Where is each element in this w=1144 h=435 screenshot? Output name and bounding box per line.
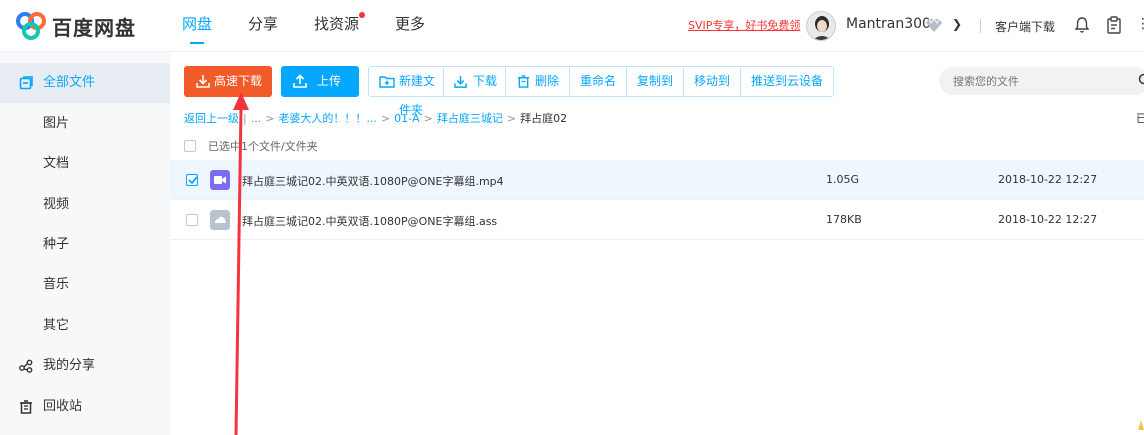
clipboard-icon[interactable] [1106, 16, 1122, 34]
svip-promo-link[interactable]: SVIP专享，好书免费领 [688, 17, 800, 33]
file-size: 178KB [826, 213, 862, 226]
sidebar-item-label: 其它 [43, 318, 70, 333]
upload-button[interactable]: 上传 [281, 66, 359, 97]
download-icon [196, 75, 210, 88]
fast-download-label: 高速下载 [214, 74, 263, 88]
checkmark-icon [188, 176, 198, 185]
video-file-icon [210, 170, 230, 190]
upload-icon [293, 74, 307, 88]
corner-badge-icon [1138, 420, 1144, 430]
sidebar-item-videos[interactable]: 视频 [0, 185, 170, 225]
sidebar-item-label: 音乐 [43, 277, 70, 292]
sidebar-item-music[interactable]: 音乐 [0, 265, 170, 305]
sidebar-item-my-shares[interactable]: 我的分享 [0, 346, 170, 386]
file-modified-time: 2018-10-22 12:27 [998, 173, 1098, 186]
nav-find-resources-label: 找资源 [314, 15, 360, 33]
download-icon [454, 75, 467, 88]
trash-icon [517, 75, 530, 88]
nav-share[interactable]: 分享 [248, 0, 278, 52]
push-to-cloud-device-button[interactable]: 推送到云设备 [741, 67, 833, 96]
sidebar-item-torrents[interactable]: 种子 [0, 225, 170, 265]
sidebar-item-documents[interactable]: 文档 [0, 144, 170, 184]
search-icon[interactable] [1138, 73, 1144, 87]
selection-text: 已选中1个文件/文件夹 [208, 140, 318, 153]
client-download-link[interactable]: 客户端下载 [995, 18, 1055, 35]
sidebar: 全部文件 图片 文档 视频 种子 音乐 其它 我的分享 回收站 [0, 52, 170, 435]
new-folder-button[interactable]: 新建文件夹 [369, 67, 444, 117]
breadcrumb-back-link[interactable]: 返回上一级 [184, 112, 239, 125]
row-checkbox[interactable] [186, 174, 198, 186]
nav-netdisk[interactable]: 网盘 [182, 0, 212, 52]
selection-summary: 已选中1个文件/文件夹 [184, 138, 318, 154]
file-action-group: 新建文件夹 下载 删除 重命名 复制到 移动到 推送到云设备 [368, 66, 835, 117]
vip-diamond-icon[interactable] [926, 18, 942, 32]
username[interactable]: Mantran300 [846, 16, 931, 32]
top-bar: 百度网盘 网盘 分享 找资源 更多 SVIP专享，好书免费领 Mantran30… [0, 0, 1144, 52]
copy-to-button[interactable]: 复制到 [627, 67, 685, 96]
sidebar-item-label: 视频 [43, 197, 70, 212]
fast-download-button[interactable]: 高速下载 [184, 66, 272, 97]
rename-button[interactable]: 重命名 [570, 67, 628, 96]
row-checkbox[interactable] [186, 214, 198, 226]
sidebar-item-other[interactable]: 其它 [0, 306, 170, 346]
share-icon [19, 359, 33, 373]
download-label: 下载 [473, 74, 498, 88]
breadcrumb-item[interactable]: 老婆大人的！！！... [278, 112, 377, 125]
overflow-menu-icon[interactable]: ⋮ [1136, 16, 1144, 32]
sidebar-item-label: 回收站 [43, 399, 83, 414]
file-name[interactable]: 拜占庭三城记02.中英双语.1080P@ONE字幕组.ass [242, 213, 497, 229]
breadcrumb-item[interactable]: 01-A [394, 112, 420, 125]
avatar[interactable] [806, 11, 836, 41]
logo[interactable]: 百度网盘 [14, 11, 136, 41]
search-input[interactable] [939, 67, 1144, 95]
breadcrumb: 返回上一级 |... > 老婆大人的！！！... >01-A > 拜占庭三城记 > 拜占庭02 [184, 110, 567, 126]
breadcrumb-separator: > [265, 112, 275, 125]
upload-label: 上传 [317, 74, 342, 88]
header-divider [980, 19, 981, 33]
generic-file-icon [210, 210, 230, 230]
main-nav: 网盘 分享 找资源 更多 [182, 0, 461, 52]
breadcrumb-separator: > [506, 112, 517, 125]
breadcrumb-separator: | [243, 112, 247, 125]
breadcrumb-separator: > [423, 112, 433, 125]
move-to-button[interactable]: 移动到 [684, 67, 742, 96]
file-size: 1.05G [826, 173, 860, 186]
file-modified-time: 2018-10-22 12:27 [998, 213, 1098, 226]
sidebar-item-label: 文档 [43, 156, 70, 171]
sidebar-item-all-files[interactable]: 全部文件 [0, 63, 170, 103]
breadcrumb-item[interactable]: ... [251, 112, 262, 125]
delete-button[interactable]: 删除 [506, 67, 570, 96]
breadcrumb-item[interactable]: 拜占庭三城记 [437, 112, 503, 125]
file-name[interactable]: 拜占庭三城记02.中英双语.1080P@ONE字幕组.mp4 [242, 173, 504, 189]
bell-icon[interactable] [1074, 16, 1090, 34]
new-folder-icon [379, 76, 395, 88]
notification-dot [359, 12, 366, 18]
sidebar-item-label: 图片 [43, 116, 70, 131]
user-avatar-icon [807, 12, 835, 40]
breadcrumb-separator: > [380, 112, 391, 125]
table-row[interactable]: 拜占庭三城记02.中英双语.1080P@ONE字幕组.ass 178KB 201… [170, 200, 1144, 240]
trash-icon [20, 400, 32, 414]
folder-icon [19, 76, 33, 90]
sidebar-item-label: 全部文件 [43, 75, 96, 90]
baidu-netdisk-logo-icon [16, 12, 46, 40]
table-row[interactable]: 拜占庭三城记02.中英双语.1080P@ONE字幕组.mp4 1.05G 201… [170, 160, 1144, 200]
nav-more[interactable]: 更多 [395, 0, 425, 52]
sidebar-item-recycle-bin[interactable]: 回收站 [0, 387, 170, 427]
logo-text: 百度网盘 [52, 15, 136, 40]
sidebar-item-label: 我的分享 [43, 358, 96, 373]
delete-label: 删除 [535, 74, 560, 88]
user-menu-chevron-down-icon[interactable]: ❯ [952, 17, 962, 31]
breadcrumb-current: 拜占庭02 [520, 112, 568, 125]
sidebar-item-label: 种子 [43, 237, 70, 252]
download-button[interactable]: 下载 [444, 67, 506, 96]
select-all-checkbox[interactable] [184, 140, 196, 152]
app-window: 百度网盘 网盘 分享 找资源 更多 SVIP专享，好书免费领 Mantran30… [0, 0, 1144, 435]
file-toolbar: 高速下载 上传 新建文件夹 下载 删除 重命名 复制到 移动到 推送到云设备 [184, 66, 835, 117]
loaded-count-label: 已 [1136, 112, 1144, 125]
sidebar-item-images[interactable]: 图片 [0, 104, 170, 144]
nav-find-resources[interactable]: 找资源 [314, 0, 366, 52]
